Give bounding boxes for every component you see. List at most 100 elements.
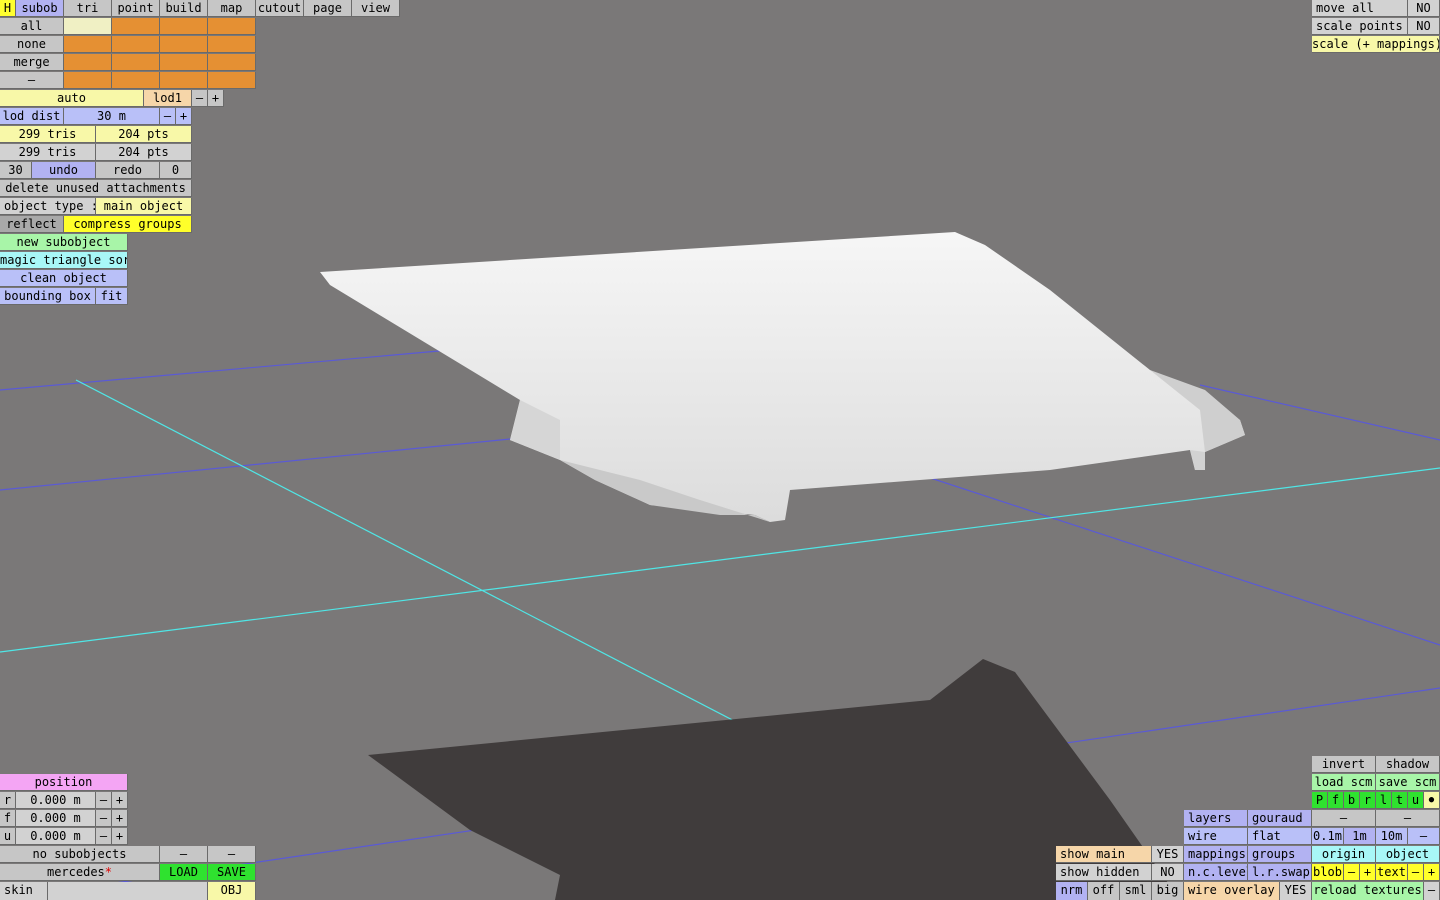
- blob-button[interactable]: blob: [1312, 864, 1344, 881]
- view-flag-b[interactable]: b: [1344, 792, 1360, 809]
- select-minus-button[interactable]: –: [0, 72, 64, 89]
- blob-plus-button[interactable]: +: [1360, 864, 1376, 881]
- view-flag-t[interactable]: t: [1392, 792, 1408, 809]
- magic-triangle-sort-button[interactable]: magic triangle sort: [0, 252, 128, 269]
- new-subobject-button[interactable]: new subobject: [0, 234, 128, 251]
- view-flag-u[interactable]: u: [1408, 792, 1424, 809]
- wire-overlay-value[interactable]: YES: [1280, 882, 1312, 900]
- step-minus-button[interactable]: –: [1408, 828, 1440, 845]
- blob-minus-button[interactable]: –: [1344, 864, 1360, 881]
- select-all-button[interactable]: all: [0, 18, 64, 35]
- view-flag-p[interactable]: P: [1312, 792, 1328, 809]
- subobject-slot[interactable]: [112, 72, 160, 89]
- subobject-slot[interactable]: [160, 72, 208, 89]
- subobject-slot[interactable]: [208, 36, 256, 53]
- object-type-value[interactable]: main object: [96, 198, 192, 215]
- view-flag-f[interactable]: f: [1328, 792, 1344, 809]
- merge-button[interactable]: merge: [0, 54, 64, 71]
- tab-view[interactable]: view: [352, 0, 400, 17]
- bounding-box-button[interactable]: bounding box: [0, 288, 96, 305]
- lod-auto-button[interactable]: auto: [0, 90, 144, 107]
- lod-minus-button[interactable]: –: [192, 90, 208, 107]
- delete-unused-attachments-button[interactable]: delete unused attachments: [0, 180, 192, 197]
- object-button[interactable]: object: [1376, 846, 1440, 863]
- subobject-slot[interactable]: [64, 72, 112, 89]
- load-scm-button[interactable]: load scm: [1312, 774, 1376, 791]
- lod-dist-minus-button[interactable]: –: [160, 108, 176, 125]
- normals-big-button[interactable]: big: [1152, 882, 1184, 900]
- lr-swap-button[interactable]: l.r.swap: [1248, 864, 1312, 881]
- subobject-slot[interactable]: [160, 54, 208, 71]
- reflect-button[interactable]: reflect: [0, 216, 64, 233]
- subobject-slot[interactable]: [160, 18, 208, 35]
- subobject-slot[interactable]: [208, 72, 256, 89]
- filename[interactable]: mercedes*: [0, 864, 160, 881]
- position-r-plus[interactable]: +: [112, 792, 128, 809]
- tab-tri[interactable]: tri: [64, 0, 112, 17]
- lod-dist-value[interactable]: 30 m: [64, 108, 160, 125]
- view-dash-button[interactable]: –: [1312, 810, 1376, 827]
- view-flag-r[interactable]: r: [1360, 792, 1376, 809]
- normals-off-button[interactable]: off: [1088, 882, 1120, 900]
- position-r-value[interactable]: 0.000 m: [16, 792, 96, 809]
- step-01m-button[interactable]: 0.1m: [1312, 828, 1344, 845]
- shadow-button[interactable]: shadow: [1376, 756, 1440, 773]
- tab-page[interactable]: page: [304, 0, 352, 17]
- subobject-slot[interactable]: [64, 54, 112, 71]
- tab-build[interactable]: build: [160, 0, 208, 17]
- tab-map[interactable]: map: [208, 0, 256, 17]
- viewport-3d[interactable]: [0, 0, 1440, 900]
- step-1m-button[interactable]: 1m: [1344, 828, 1376, 845]
- invert-button[interactable]: invert: [1312, 756, 1376, 773]
- position-u-value[interactable]: 0.000 m: [16, 828, 96, 845]
- subobject-list[interactable]: no subobjects: [0, 846, 160, 863]
- save-scm-button[interactable]: save scm: [1376, 774, 1440, 791]
- layers-button[interactable]: layers: [1184, 810, 1248, 827]
- redo-button[interactable]: redo: [96, 162, 160, 179]
- position-u-plus[interactable]: +: [112, 828, 128, 845]
- load-button[interactable]: LOAD: [160, 864, 208, 881]
- home-button[interactable]: H: [0, 0, 16, 17]
- subobject-slot[interactable]: [112, 54, 160, 71]
- move-all-button[interactable]: move all: [1312, 0, 1408, 17]
- reload-textures-button[interactable]: reload textures: [1312, 882, 1424, 900]
- view-flag-l[interactable]: l: [1376, 792, 1392, 809]
- show-main-button[interactable]: show main: [1056, 846, 1152, 863]
- undo-button[interactable]: undo: [32, 162, 96, 179]
- clean-object-button[interactable]: clean object: [0, 270, 128, 287]
- tab-cutout[interactable]: cutout: [256, 0, 304, 17]
- scale-points-button[interactable]: scale points: [1312, 18, 1408, 35]
- nc-level-button[interactable]: n.c.level: [1184, 864, 1248, 881]
- fit-button[interactable]: fit: [96, 288, 128, 305]
- skin-field[interactable]: [48, 882, 208, 900]
- position-f-plus[interactable]: +: [112, 810, 128, 827]
- subobject-slot[interactable]: [160, 36, 208, 53]
- position-u-minus[interactable]: –: [96, 828, 112, 845]
- gouraud-button[interactable]: gouraud: [1248, 810, 1312, 827]
- text-button[interactable]: text: [1376, 864, 1408, 881]
- flat-button[interactable]: flat: [1248, 828, 1312, 845]
- normals-sml-button[interactable]: sml: [1120, 882, 1152, 900]
- compress-groups-button[interactable]: compress groups: [64, 216, 192, 233]
- tab-subob[interactable]: subob: [16, 0, 64, 17]
- subobject-dash-button[interactable]: –: [160, 846, 208, 863]
- lod-plus-button[interactable]: +: [208, 90, 224, 107]
- step-10m-button[interactable]: 10m: [1376, 828, 1408, 845]
- scale-mappings-button[interactable]: scale (+ mappings): [1312, 36, 1440, 53]
- subobject-slot[interactable]: [208, 18, 256, 35]
- lod-name[interactable]: lod1: [144, 90, 192, 107]
- lod-dist-plus-button[interactable]: +: [176, 108, 192, 125]
- select-none-button[interactable]: none: [0, 36, 64, 53]
- groups-button[interactable]: groups: [1248, 846, 1312, 863]
- subobject-slot[interactable]: [208, 54, 256, 71]
- subobject-slot[interactable]: [64, 18, 112, 35]
- view-dot-button[interactable]: ●: [1424, 792, 1440, 809]
- normals-nrm-button[interactable]: nrm: [1056, 882, 1088, 900]
- reload-minus-button[interactable]: –: [1424, 882, 1440, 900]
- origin-button[interactable]: origin: [1312, 846, 1376, 863]
- scale-points-value[interactable]: NO: [1408, 18, 1440, 35]
- show-hidden-value[interactable]: NO: [1152, 864, 1184, 881]
- subobject-dash-button[interactable]: –: [208, 846, 256, 863]
- view-dash-button[interactable]: –: [1376, 810, 1440, 827]
- subobject-slot[interactable]: [112, 36, 160, 53]
